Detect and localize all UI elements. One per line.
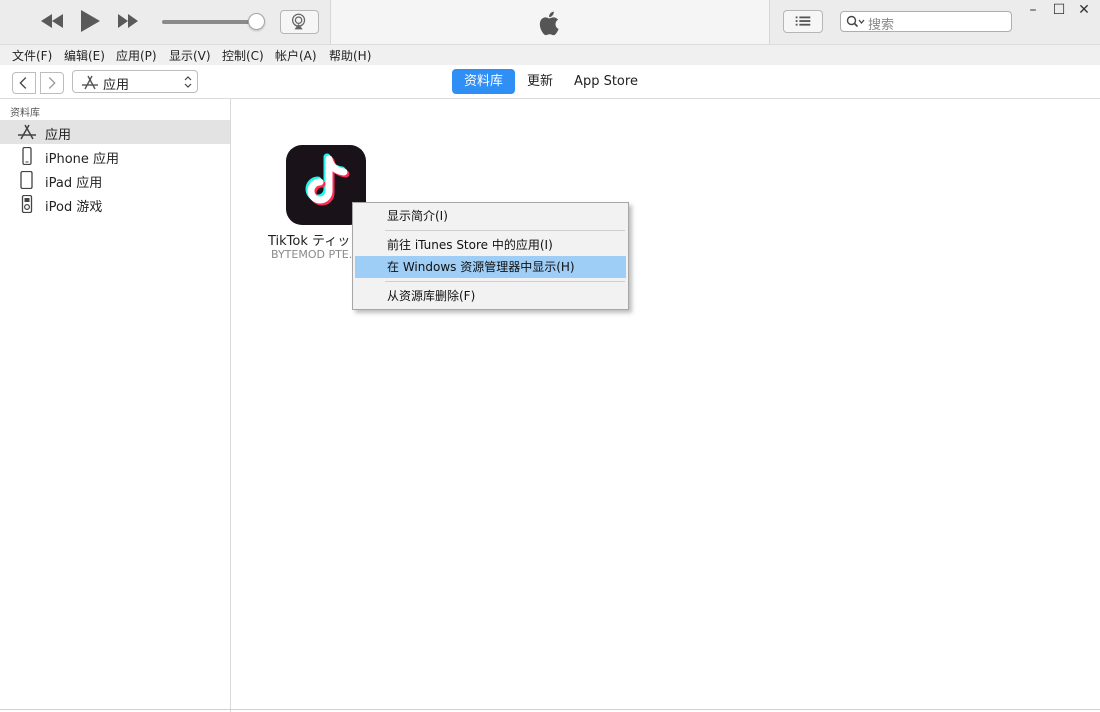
sidebar-heading: 资料库 xyxy=(10,108,40,119)
menu-separator xyxy=(385,281,625,282)
list-icon xyxy=(795,16,811,26)
sidebar-item-apps[interactable]: 应用 xyxy=(0,120,230,144)
sidebar-item-label: 应用 xyxy=(45,128,72,143)
menu-view[interactable]: 显示(V) xyxy=(169,47,211,64)
volume-slider-knob[interactable] xyxy=(248,13,265,30)
volume-slider-track[interactable] xyxy=(162,20,254,24)
tab-library[interactable]: 资料库 xyxy=(452,69,515,94)
play-button[interactable] xyxy=(79,9,101,33)
fast-forward-button[interactable] xyxy=(116,12,140,30)
menu-item-show-in-explorer[interactable]: 在 Windows 资源管理器中显示(H) xyxy=(355,256,626,278)
search-field[interactable]: 搜索 xyxy=(840,11,1012,33)
menu-item-get-info[interactable]: 显示简介(I) xyxy=(355,205,626,227)
app-developer: BYTEMOD PTE. xyxy=(271,248,353,261)
app-store-icon xyxy=(82,75,98,90)
tab-updates[interactable]: 更新 xyxy=(521,69,559,94)
rewind-button[interactable] xyxy=(39,12,65,30)
sidebar: 资料库 应用 iPhone 应用 iPad 应用 iPod 游戏 xyxy=(0,99,231,712)
iphone-icon xyxy=(22,147,32,165)
media-kind-selector[interactable]: 应用 xyxy=(72,70,198,93)
forward-button[interactable] xyxy=(40,72,64,94)
menu-help[interactable]: 帮助(H) xyxy=(329,47,371,64)
context-menu: 显示简介(I) 前往 iTunes Store 中的应用(I) 在 Window… xyxy=(352,202,629,310)
app-store-icon xyxy=(18,124,36,140)
menu-item-go-to-itunes-store[interactable]: 前往 iTunes Store 中的应用(I) xyxy=(355,234,626,256)
airplay-button[interactable] xyxy=(280,10,319,34)
player-toolbar: 搜索 – ☐ ✕ xyxy=(0,0,1100,44)
search-placeholder: 搜索 xyxy=(868,18,895,33)
sidebar-item-label: iPhone 应用 xyxy=(45,152,120,167)
menu-item-delete-from-library[interactable]: 从资源库删除(F) xyxy=(355,285,626,307)
maximize-button[interactable]: ☐ xyxy=(1050,2,1068,18)
tab-app-store[interactable]: App Store xyxy=(570,69,642,94)
menu-bar: 文件(F) 编辑(E) 应用(P) 显示(V) 控制(C) 帐户(A) 帮助(H… xyxy=(0,44,1100,65)
ipod-icon xyxy=(21,195,33,213)
chevron-up-down-icon xyxy=(184,76,192,88)
search-icon xyxy=(846,15,865,28)
sidebar-item-label: iPod 游戏 xyxy=(45,200,103,215)
up-next-list-button[interactable] xyxy=(783,10,823,33)
app-name[interactable]: TikTok ティッ xyxy=(268,230,350,249)
back-button[interactable] xyxy=(12,72,36,94)
airplay-icon xyxy=(291,13,306,30)
chevron-left-icon xyxy=(19,77,27,89)
sidebar-item-ipad-apps[interactable]: iPad 应用 xyxy=(0,168,230,192)
media-kind-label: 应用 xyxy=(103,78,130,93)
sidebar-item-iphone-apps[interactable]: iPhone 应用 xyxy=(0,144,230,168)
sidebar-item-ipod-games[interactable]: iPod 游戏 xyxy=(0,192,230,216)
menu-account[interactable]: 帐户(A) xyxy=(275,47,317,64)
status-display xyxy=(330,0,770,44)
navigation-bar: 应用 资料库 更新 App Store xyxy=(0,65,1100,99)
menu-apps[interactable]: 应用(P) xyxy=(116,47,157,64)
library-content: TikTok ティッ BYTEMOD PTE. xyxy=(231,99,1100,712)
transport-controls xyxy=(0,0,330,44)
menu-edit[interactable]: 编辑(E) xyxy=(64,47,105,64)
close-button[interactable]: ✕ xyxy=(1075,2,1093,18)
apple-logo-icon xyxy=(539,11,559,36)
menu-file[interactable]: 文件(F) xyxy=(12,47,52,64)
minimize-button[interactable]: – xyxy=(1024,2,1042,18)
ipad-icon xyxy=(20,171,33,189)
sidebar-item-label: iPad 应用 xyxy=(45,176,103,191)
menu-controls[interactable]: 控制(C) xyxy=(222,47,264,64)
chevron-right-icon xyxy=(48,77,56,89)
menu-separator xyxy=(385,230,625,231)
window-bottom-border xyxy=(0,709,1100,710)
